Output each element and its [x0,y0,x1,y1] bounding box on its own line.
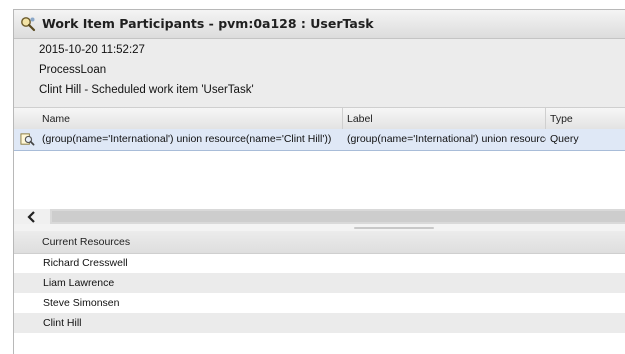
participants-search-icon [21,17,36,32]
row-type-cell: Query [550,133,579,145]
work-item-description: Clint Hill - Scheduled work item 'UserTa… [39,84,254,96]
horizontal-scrollbar[interactable] [14,209,625,224]
timestamp-text: 2015-10-20 11:52:27 [39,44,145,56]
panel-title: Work Item Participants - pvm:0a128 : Use… [42,16,374,31]
list-item[interactable]: Richard Cresswell [14,253,625,273]
panel-title-bar: Work Item Participants - pvm:0a128 : Use… [14,10,625,39]
scroll-left-button[interactable] [14,209,50,224]
column-header-name[interactable]: Name [14,108,343,130]
process-name-text: ProcessLoan [39,64,107,76]
scrollbar-thumb[interactable] [52,211,625,222]
current-resources-title: Current Resources [42,236,131,248]
participants-table-header: Name Label Type [14,107,625,131]
current-resources-header: Current Resources [14,231,625,254]
resource-name: Richard Cresswell [43,257,128,269]
row-label-cell: (group(name='International') union resou… [347,133,546,145]
list-item[interactable]: Liam Lawrence [14,273,625,293]
panel-splitter[interactable] [14,224,625,231]
table-row[interactable]: (group(name='International') union resou… [14,129,625,151]
list-item[interactable]: Clint Hill [14,313,625,333]
participants-panel: Work Item Participants - pvm:0a128 : Use… [13,9,625,354]
column-header-type[interactable]: Type [546,108,625,130]
chevron-left-icon [27,210,35,223]
list-item[interactable]: Steve Simonsen [14,293,625,313]
column-header-label[interactable]: Label [343,108,546,130]
resource-name: Steve Simonsen [43,297,120,309]
splitter-grip[interactable] [354,227,434,229]
resource-name: Clint Hill [43,317,82,329]
resource-name: Liam Lawrence [43,277,115,289]
query-search-icon [20,133,35,146]
row-name-cell: (group(name='International') union resou… [42,133,332,145]
work-item-info: 2015-10-20 11:52:27 ProcessLoan Clint Hi… [14,39,625,107]
